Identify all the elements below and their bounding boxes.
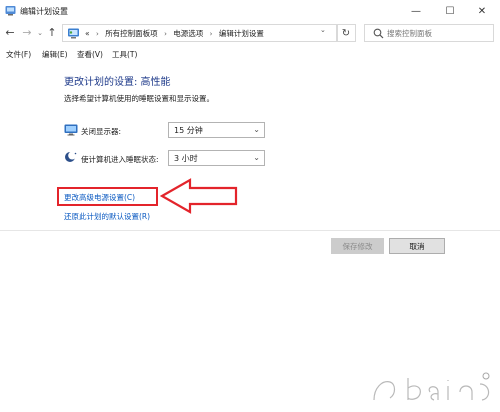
forward-arrow-icon[interactable]: → bbox=[21, 26, 33, 40]
control-panel-icon bbox=[5, 6, 16, 16]
save-changes-button[interactable]: 保存修改 bbox=[331, 238, 384, 254]
up-arrow-icon[interactable]: ↑ bbox=[46, 26, 58, 40]
title-bar: 编辑计划设置 — ☐ ✕ bbox=[0, 0, 500, 22]
close-button[interactable]: ✕ bbox=[466, 0, 498, 22]
breadcrumb-item[interactable]: 所有控制面板项 bbox=[105, 29, 158, 38]
control-panel-location-icon bbox=[68, 28, 79, 39]
breadcrumb-overflow-icon[interactable]: « bbox=[85, 29, 90, 38]
watermark-logo bbox=[373, 372, 490, 401]
maximize-button[interactable]: ☐ bbox=[434, 0, 466, 22]
menu-edit[interactable]: 编辑(E) bbox=[42, 49, 68, 60]
search-box[interactable]: 搜索控制面板 bbox=[364, 24, 494, 42]
refresh-icon: ↻ bbox=[341, 27, 351, 39]
menu-tools[interactable]: 工具(T) bbox=[112, 49, 137, 60]
restore-default-settings-link[interactable]: 还原此计划的默认设置(R) bbox=[64, 211, 150, 222]
address-history-chevron-icon[interactable]: ⌄ bbox=[320, 26, 326, 34]
turn-off-display-select[interactable]: 15 分钟 ⌄ bbox=[168, 122, 265, 138]
turn-off-display-label: 关闭显示器: bbox=[81, 127, 122, 136]
monitor-icon bbox=[64, 124, 78, 136]
page-title: 更改计划的设置: 高性能 bbox=[64, 77, 171, 88]
chevron-down-icon: ⌄ bbox=[253, 153, 260, 162]
search-placeholder: 搜索控制面板 bbox=[387, 29, 432, 38]
breadcrumb-separator-icon: › bbox=[164, 30, 167, 38]
maximize-icon: ☐ bbox=[445, 5, 455, 17]
cancel-button[interactable]: 取消 bbox=[389, 238, 445, 254]
menu-file[interactable]: 文件(F) bbox=[6, 49, 31, 60]
close-icon: ✕ bbox=[477, 5, 487, 17]
menu-bar: 文件(F) 编辑(E) 查看(V) 工具(T) bbox=[0, 47, 500, 61]
sleep-value: 3 小时 bbox=[174, 154, 198, 163]
sleep-label: 使计算机进入睡眠状态: bbox=[81, 155, 159, 164]
breadcrumb-item[interactable]: 电源选项 bbox=[173, 29, 203, 38]
search-icon bbox=[373, 28, 384, 39]
annotation-highlight-box bbox=[57, 187, 158, 206]
moon-icon bbox=[65, 151, 77, 162]
breadcrumb-separator-icon: › bbox=[95, 30, 99, 38]
menu-view[interactable]: 查看(V) bbox=[77, 49, 103, 60]
divider bbox=[0, 230, 500, 231]
window-title: 编辑计划设置 bbox=[20, 7, 68, 16]
address-bar[interactable]: « › 所有控制面板项 › 电源选项 › 编辑计划设置 bbox=[62, 24, 338, 42]
chevron-down-icon: ⌄ bbox=[253, 125, 260, 134]
turn-off-display-value: 15 分钟 bbox=[174, 126, 203, 135]
refresh-button[interactable]: ↻ bbox=[336, 24, 356, 42]
sleep-select[interactable]: 3 小时 ⌄ bbox=[168, 150, 265, 166]
minimize-icon: — bbox=[411, 5, 421, 17]
recent-locations-chevron-icon[interactable]: ⌄ bbox=[34, 26, 46, 40]
back-arrow-icon[interactable]: ← bbox=[4, 26, 16, 40]
annotation-arrow-icon bbox=[160, 178, 238, 214]
breadcrumb-item[interactable]: 编辑计划设置 bbox=[219, 29, 264, 38]
breadcrumb: « › 所有控制面板项 › 电源选项 › 编辑计划设置 bbox=[85, 28, 264, 39]
minimize-button[interactable]: — bbox=[400, 0, 432, 22]
page-description: 选择希望计算机使用的睡眠设置和显示设置。 bbox=[64, 94, 214, 103]
breadcrumb-separator-icon: › bbox=[209, 30, 213, 38]
